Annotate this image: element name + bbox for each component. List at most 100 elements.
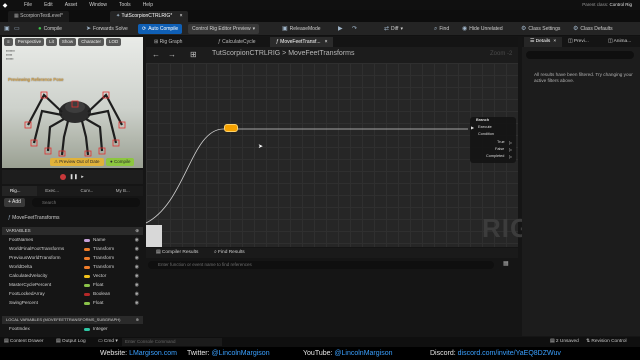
cmd-dropdown[interactable]: ▭ Cmd ▾ — [98, 337, 118, 347]
class-settings-button[interactable]: ⚙ Class Settings — [521, 24, 560, 34]
menu-window[interactable]: Window — [89, 2, 107, 8]
local-variables-section-header[interactable]: LOCAL VARIABLES (MOVEFEETTRANSFORMS_SUBG… — [2, 316, 143, 324]
tab-tut-scorpion-ctrlrig[interactable]: ✦ TutScorpionCTRLRIG* × — [110, 11, 189, 22]
tab-rig-hierarchy[interactable]: Rig... — [2, 186, 38, 196]
unsaved-indicator[interactable]: ▤ 2 Unsaved — [550, 337, 579, 347]
content-drawer-button[interactable]: ▤ Content Drawer — [4, 337, 43, 347]
unreal-logo-icon[interactable]: ◆ — [0, 0, 10, 10]
console-command-input[interactable]: Enter Console Command — [122, 338, 222, 346]
auto-compile-toggle[interactable]: ⟳ Auto Compile — [138, 24, 183, 34]
viewport-show-button[interactable]: Show — [58, 38, 77, 46]
add-local-variable-icon[interactable]: ⊕ — [136, 316, 139, 324]
breadcrumb-current[interactable]: MoveFeetTransforms — [288, 50, 354, 57]
execute-pin-icon[interactable]: ▶ — [471, 125, 474, 130]
pause-icon[interactable]: ❚❚ — [70, 174, 78, 180]
variable-row[interactable]: FootNames Name ◉ — [2, 236, 141, 245]
true-pin-icon[interactable]: ▷ — [509, 140, 512, 145]
graph-item-move-feet-transforms[interactable]: ƒ MoveFeetTransforms — [8, 215, 60, 221]
variable-row[interactable]: WorldFinalFootTransforms Transform ◉ — [2, 245, 141, 254]
variable-row[interactable]: SwingPercent Float ◉ — [2, 299, 141, 308]
forwards-solve-button[interactable]: ➤ Forwards Solve — [86, 24, 128, 34]
output-log-button[interactable]: ▤ Output Log — [56, 337, 86, 347]
discord-link[interactable]: Discord: discord.com/invite/YaEQ8DZWuv — [430, 347, 561, 360]
compile-button[interactable]: ● Compile — [38, 24, 62, 34]
graph-canvas[interactable]: ➤ — [146, 63, 518, 247]
variable-row[interactable]: WorldDelta Transform ◉ — [2, 263, 141, 272]
local-variable-row[interactable]: FootIndex Integer — [2, 325, 141, 334]
tab-scorpion-test-level[interactable]: ▦ ScorpionTestLevel* — [8, 11, 69, 22]
eye-icon[interactable]: ◉ — [135, 290, 139, 299]
tab-curves[interactable]: Curv... — [73, 186, 108, 196]
tab-preview-settings[interactable]: ◫ Previ... — [562, 37, 595, 47]
viewport[interactable]: ≡ Perspective Lit Show Character LOD ▪▪▪… — [2, 37, 143, 168]
variable-row[interactable]: FootLockedArray Boolean ◉ — [2, 290, 141, 299]
viewport-lod-button[interactable]: LOD — [105, 38, 122, 46]
add-variable-icon[interactable]: ⊕ — [135, 227, 139, 235]
tab-rig-graph[interactable]: ⊞ Rig Graph — [148, 37, 188, 47]
record-icon[interactable] — [59, 174, 66, 180]
eye-icon[interactable]: ◉ — [135, 272, 139, 281]
viewport-compile-button[interactable]: ● Compile — [106, 158, 135, 166]
menu-tools[interactable]: Tools — [119, 2, 131, 8]
eye-icon[interactable]: ◉ — [135, 299, 139, 308]
variables-section-header[interactable]: VARIABLES ⊕ — [2, 227, 143, 235]
back-arrow-icon[interactable]: ← — [152, 50, 160, 59]
find-button[interactable]: ⌕ Find — [434, 24, 449, 34]
eye-icon[interactable]: ◉ — [135, 263, 139, 272]
tab-execution-stack[interactable]: Exec... — [37, 186, 72, 196]
graph-overview-icon[interactable]: ⊞ — [190, 50, 197, 59]
step-forward-icon[interactable]: ▸ — [80, 174, 86, 180]
viewport-lit-button[interactable]: Lit — [46, 38, 57, 46]
tab-details[interactable]: ☰ Details × — [524, 37, 563, 47]
menu-file[interactable]: File — [24, 2, 32, 8]
class-defaults-button[interactable]: ⚙ Class Defaults — [573, 24, 613, 34]
menu-help[interactable]: Help — [143, 2, 153, 8]
tab-move-feet-transforms[interactable]: ƒ MoveFeetTransf... × — [270, 37, 334, 47]
completed-pin-icon[interactable]: ▷ — [509, 154, 512, 159]
play-icon[interactable]: ▶ — [338, 24, 343, 34]
variable-row[interactable]: CalculatedVelocity Vector ◉ — [2, 272, 141, 281]
revision-control-button[interactable]: ⇅ Revision Control — [586, 337, 627, 347]
save-button[interactable]: ▣ — [4, 24, 10, 34]
tab-calculate-cycle[interactable]: ƒ CalculateCycle — [212, 37, 262, 47]
youtube-link[interactable]: YouTube: @LincolnMargison — [303, 347, 392, 360]
branch-node[interactable]: Branch ▶ Execute Condition True ▷ False … — [470, 117, 516, 163]
close-tab-icon[interactable]: × — [325, 39, 328, 45]
viewport-perspective-button[interactable]: Perspective — [14, 38, 45, 46]
eye-icon[interactable]: ◉ — [135, 236, 139, 245]
close-tab-icon[interactable]: × — [180, 13, 183, 19]
add-button[interactable]: + Add — [4, 198, 25, 207]
diff-button[interactable]: ⇄ Diff ▾ — [384, 24, 403, 34]
viewport-character-button[interactable]: Character — [78, 38, 104, 46]
tab-my-blueprint[interactable]: My B... — [108, 186, 143, 196]
eye-icon[interactable]: ◉ — [135, 281, 139, 290]
false-pin-icon[interactable]: ▷ — [509, 147, 512, 152]
menu-edit[interactable]: Edit — [44, 2, 53, 8]
eye-icon[interactable]: ◉ — [135, 245, 139, 254]
variable-row[interactable]: MasterCyclePercent Float ◉ — [2, 281, 141, 290]
preview-mode-dropdown[interactable]: Control Rig Editor Preview ▾ — [188, 24, 260, 34]
eye-icon[interactable]: ◉ — [135, 254, 139, 263]
close-tab-icon[interactable]: × — [553, 39, 556, 44]
preview-out-of-date-button[interactable]: ⚠ Preview Out of Date — [50, 158, 104, 166]
tab-find-results[interactable]: ⌕ Find Results — [206, 248, 253, 258]
tab-animation[interactable]: ◫ Anima... — [602, 37, 637, 47]
twitter-link[interactable]: Twitter: @LincolnMargison — [187, 347, 270, 360]
viewport-menu-icon[interactable]: ≡ — [4, 38, 13, 46]
hide-unrelated-button[interactable]: ◉ Hide Unrelated — [462, 24, 503, 34]
find-references-input[interactable]: Enter function or event name to find ref… — [148, 261, 494, 269]
tab-compiler-results[interactable]: ▤ Compiler Results — [148, 248, 206, 258]
website-link[interactable]: Website: LMargison.com — [100, 347, 177, 360]
step-icon[interactable]: ↷ — [352, 24, 357, 34]
details-search-input[interactable] — [526, 51, 634, 59]
results-options-icon[interactable]: ▦ — [503, 260, 509, 267]
partial-node[interactable] — [146, 225, 162, 247]
forward-arrow-icon[interactable]: → — [168, 50, 176, 59]
menu-asset[interactable]: Asset — [65, 2, 78, 8]
breadcrumb-root[interactable]: TutScorpionCTRLRIG — [212, 50, 280, 57]
release-mode-button[interactable]: ▣ ReleaseMode — [282, 24, 321, 34]
browse-button[interactable]: ▭ — [14, 24, 20, 34]
reroute-node[interactable] — [224, 124, 238, 132]
variable-row[interactable]: PreviousWorldTransform Transform ◉ — [2, 254, 141, 263]
my-blueprint-search-input[interactable]: Search — [32, 198, 140, 207]
